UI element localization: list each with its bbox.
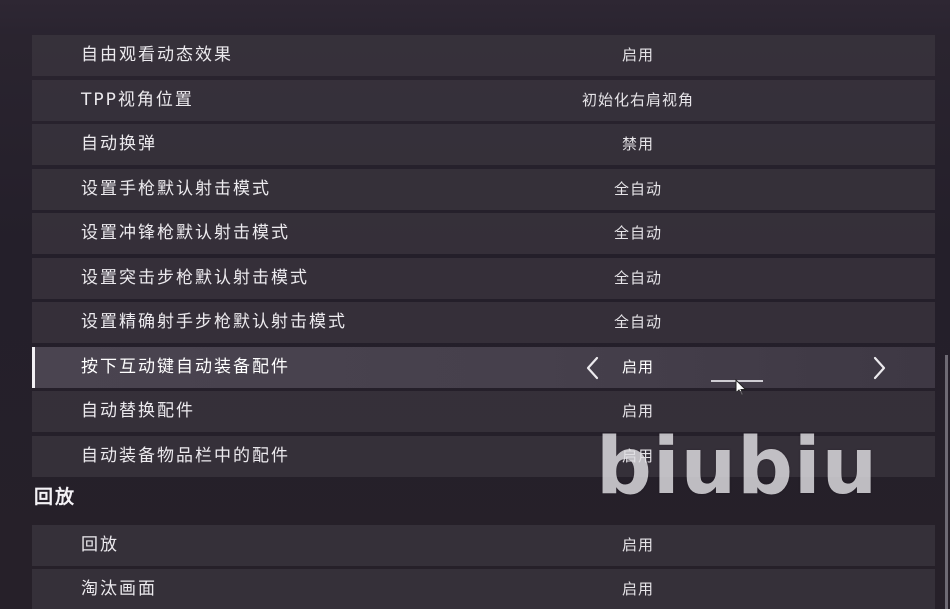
setting-label: 自动装备物品栏中的配件 xyxy=(81,446,290,466)
setting-value[interactable]: 全自动 xyxy=(538,213,738,254)
setting-value[interactable]: 全自动 xyxy=(538,169,738,210)
setting-label: 自由观看动态效果 xyxy=(81,45,233,65)
setting-label: 设置冲锋枪默认射击模式 xyxy=(81,223,290,243)
setting-label: 按下互动键自动装备配件 xyxy=(81,357,290,377)
setting-row-auto-equip-attachments-on-interact[interactable]: 按下互动键自动装备配件 启用 xyxy=(32,347,935,397)
setting-label: 设置手枪默认射击模式 xyxy=(81,179,271,199)
setting-row-pistol-fire-mode[interactable]: 设置手枪默认射击模式 全自动 xyxy=(32,169,935,210)
watermark-logo: biubiu xyxy=(596,422,879,512)
setting-label: 设置突击步枪默认射击模式 xyxy=(81,268,309,288)
setting-value[interactable]: 启用 xyxy=(538,347,738,388)
setting-label: 淘汰画面 xyxy=(81,579,157,599)
section-title-replay: 回放 xyxy=(34,486,77,508)
setting-value[interactable]: 启用 xyxy=(538,569,738,609)
setting-value[interactable]: 全自动 xyxy=(538,302,738,343)
setting-row-free-look-effect[interactable]: 自由观看动态效果 启用 xyxy=(32,35,935,76)
scrollbar[interactable] xyxy=(945,355,948,609)
setting-value[interactable]: 全自动 xyxy=(538,258,738,299)
setting-row-elimination-screen[interactable]: 淘汰画面 启用 xyxy=(32,569,935,609)
setting-row-replay[interactable]: 回放 启用 xyxy=(32,525,935,566)
setting-label: 自动换弹 xyxy=(81,134,157,154)
chevron-right-icon[interactable] xyxy=(868,356,890,380)
setting-row-tpp-camera-position[interactable]: TPP视角位置 初始化右肩视角 xyxy=(32,80,935,121)
setting-row-auto-reload[interactable]: 自动换弹 禁用 xyxy=(32,124,935,165)
setting-row-smg-fire-mode[interactable]: 设置冲锋枪默认射击模式 全自动 xyxy=(32,213,935,254)
setting-label: 设置精确射手步枪默认射击模式 xyxy=(81,312,347,332)
setting-value[interactable]: 启用 xyxy=(538,35,738,76)
setting-row-ar-fire-mode[interactable]: 设置突击步枪默认射击模式 全自动 xyxy=(32,258,935,299)
setting-row-dmr-fire-mode[interactable]: 设置精确射手步枪默认射击模式 全自动 xyxy=(32,302,935,343)
setting-label: 自动替换配件 xyxy=(81,401,195,421)
setting-value[interactable]: 禁用 xyxy=(538,124,738,165)
selection-accent-bar xyxy=(32,347,35,388)
setting-value[interactable]: 启用 xyxy=(538,525,738,566)
setting-value[interactable]: 初始化右肩视角 xyxy=(538,80,738,121)
setting-label: 回放 xyxy=(81,535,119,555)
top-strip xyxy=(0,0,950,34)
setting-label: TPP视角位置 xyxy=(81,90,194,110)
